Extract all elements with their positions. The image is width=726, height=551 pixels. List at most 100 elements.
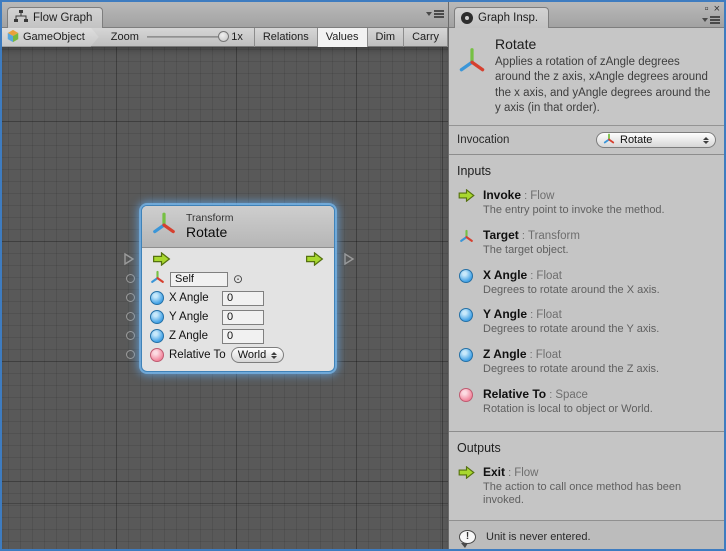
entry-colon: :	[530, 349, 533, 361]
entry-type: Space	[555, 389, 588, 401]
relative-to-value: World	[238, 349, 267, 361]
y-angle-field[interactable]: 0	[222, 310, 264, 325]
invocation-dropdown[interactable]: Rotate	[596, 132, 716, 148]
relative-to-port-icon[interactable]	[150, 348, 164, 362]
target-port-icon[interactable]	[150, 270, 165, 288]
x-angle-field[interactable]: 0	[222, 291, 264, 306]
invoke-port-icon[interactable]	[152, 252, 171, 269]
y-angle-port-icon[interactable]	[150, 310, 164, 324]
entry-name: Target	[483, 228, 519, 242]
inputs-header: Inputs	[457, 164, 716, 178]
zoom-slider[interactable]	[147, 36, 227, 38]
float-port-icon	[457, 307, 475, 337]
inspector-description: Applies a rotation of zAngle degrees aro…	[495, 55, 716, 116]
dropdown-caret-icon	[703, 137, 709, 144]
z-angle-label: Z Angle	[169, 330, 217, 342]
float-port-icon	[457, 347, 475, 377]
space-port-icon	[457, 387, 475, 417]
outputs-header: Outputs	[457, 441, 716, 455]
entry-colon: :	[522, 230, 525, 242]
graph-inspector-panel: Graph Insp. ▫ × Rotate Applies a rotatio…	[448, 2, 724, 549]
entry-type: Flow	[514, 467, 538, 479]
exit-port-icon[interactable]	[305, 252, 324, 269]
flow-graph-panel-menu[interactable]	[426, 10, 444, 18]
input-entry-x-angle: X Angle : Float Degrees to rotate around…	[457, 268, 716, 298]
maximize-icon[interactable]: ▫	[705, 4, 709, 14]
entry-name: Relative To	[483, 387, 546, 401]
invocation-value: Rotate	[620, 134, 698, 146]
dim-button[interactable]: Dim	[368, 28, 405, 47]
values-button[interactable]: Values	[318, 28, 368, 47]
z-angle-port-icon[interactable]	[150, 329, 164, 343]
toolbar-toggle-group: Relations Values Dim Carry	[254, 28, 448, 47]
entry-desc: Degrees to rotate around the Z axis.	[483, 363, 659, 377]
flow-output-external-port[interactable]	[343, 252, 355, 271]
tab-flow-graph[interactable]: Flow Graph	[7, 7, 103, 28]
input-entry-relative-to: Relative To : Space Rotation is local to…	[457, 387, 716, 417]
inspector-content: Rotate Applies a rotation of zAngle degr…	[449, 28, 724, 549]
node-header[interactable]: Transform Rotate	[142, 206, 334, 248]
y-angle-label: Y Angle	[169, 311, 217, 323]
breadcrumb-label: GameObject	[23, 31, 85, 43]
inspector-title: Rotate	[495, 36, 716, 52]
zoom-value: 1x	[231, 31, 250, 43]
outputs-section: Outputs Exit : Flow The action to call o…	[449, 431, 724, 521]
inspector-menu-icon[interactable]	[702, 16, 720, 24]
invocation-row: Invocation Rotate	[449, 126, 724, 155]
close-icon[interactable]: ×	[714, 4, 720, 14]
relative-to-dropdown[interactable]: World	[231, 347, 285, 363]
flow-arrow-icon	[457, 188, 475, 218]
breadcrumb-gameobject[interactable]: GameObject	[2, 28, 99, 47]
z-angle-field[interactable]: 0	[222, 329, 264, 344]
panel-menu-icon	[426, 10, 444, 18]
entry-desc: Degrees to rotate around the Y axis.	[483, 323, 659, 337]
rotate-unit-icon	[457, 46, 487, 116]
entry-type: Flow	[530, 190, 554, 202]
entry-type: Float	[536, 270, 562, 282]
carry-button[interactable]: Carry	[404, 28, 448, 47]
entry-colon: :	[524, 190, 527, 202]
node-category: Transform	[186, 212, 233, 224]
entry-name: Exit	[483, 465, 505, 479]
tab-flow-graph-label: Flow Graph	[33, 12, 92, 24]
x-angle-label: X Angle	[169, 292, 217, 304]
entry-type: Transform	[528, 230, 580, 242]
entry-type: Float	[536, 349, 562, 361]
input-entry-target: Target : Transform The target object.	[457, 228, 716, 258]
warning-bar: ! Unit is never entered.	[449, 520, 724, 549]
target-external-port[interactable]	[126, 274, 135, 283]
gameobject-cube-icon	[6, 29, 20, 46]
relative-to-external-port[interactable]	[126, 350, 135, 359]
invocation-label: Invocation	[457, 134, 509, 146]
dropdown-caret-icon	[271, 352, 277, 359]
transform-rotate-node[interactable]: Transform Rotate	[141, 205, 335, 372]
entry-colon: :	[530, 309, 533, 321]
z-angle-external-port[interactable]	[126, 331, 135, 340]
entry-desc: The entry point to invoke the method.	[483, 204, 665, 218]
input-entry-z-angle: Z Angle : Float Degrees to rotate around…	[457, 347, 716, 377]
graph-canvas[interactable]: Transform Rotate	[2, 47, 448, 549]
y-angle-external-port[interactable]	[126, 312, 135, 321]
target-field[interactable]: Self	[170, 272, 228, 287]
unity-window: Flow Graph GameObject Zoom 1x Relations …	[0, 0, 726, 551]
flow-arrow-icon	[457, 465, 475, 509]
output-entry-exit: Exit : Flow The action to call once meth…	[457, 465, 716, 509]
tab-graph-inspector-label: Graph Insp.	[478, 12, 538, 24]
zoom-slider-handle[interactable]	[218, 31, 229, 42]
transform-axes-icon	[457, 228, 475, 258]
input-entry-invoke: Invoke : Flow The entry point to invoke …	[457, 188, 716, 218]
x-angle-port-icon[interactable]	[150, 291, 164, 305]
flow-input-external-port[interactable]	[123, 252, 135, 271]
entry-colon: :	[508, 467, 511, 479]
entry-name: Invoke	[483, 188, 521, 202]
tab-graph-inspector[interactable]: Graph Insp.	[454, 7, 549, 28]
graph-inspector-icon	[461, 12, 473, 24]
x-angle-external-port[interactable]	[126, 293, 135, 302]
entry-name: Y Angle	[483, 307, 527, 321]
object-picker-icon[interactable]: ⊙	[233, 274, 243, 284]
relations-button[interactable]: Relations	[255, 28, 318, 47]
invocation-axes-icon	[603, 133, 615, 148]
entry-desc: The target object.	[483, 244, 580, 258]
node-body: Self ⊙ X Angle 0 Y Angle 0	[142, 248, 334, 364]
flow-graph-panel: Flow Graph GameObject Zoom 1x Relations …	[2, 2, 448, 549]
